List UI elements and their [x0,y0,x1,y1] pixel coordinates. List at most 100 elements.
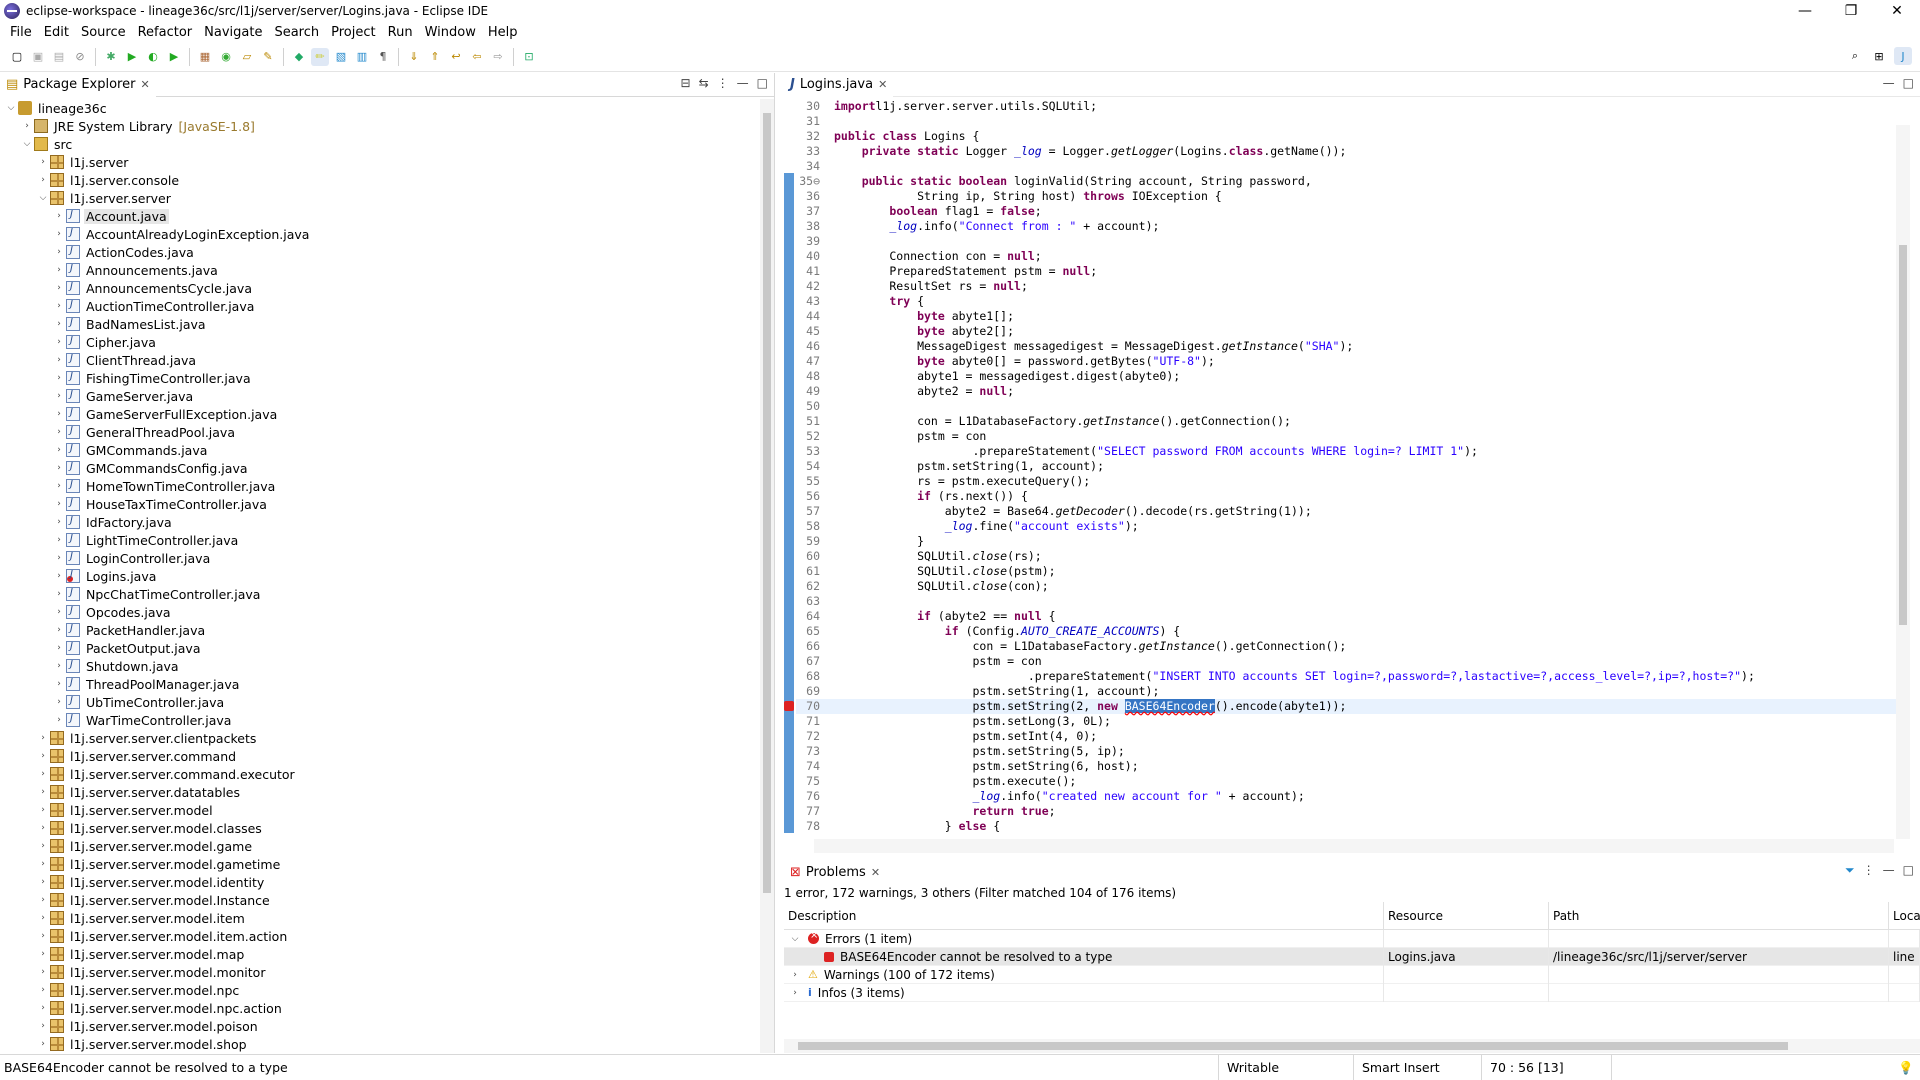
menu-search[interactable]: Search [268,25,325,40]
collapsed-twisty-icon[interactable]: › [52,535,66,545]
menu-edit[interactable]: Edit [38,25,75,40]
tree-item[interactable]: › AccountAlreadyLoginException.java [0,225,760,243]
filter-icon[interactable]: ⏷ [1845,863,1855,878]
code-line[interactable]: 38 _log.info("Connect from : " + account… [796,219,1896,234]
close-button[interactable]: ✕ [1874,0,1920,22]
java-perspective-icon[interactable]: J [1894,47,1912,65]
last-edit-location-icon[interactable]: ↩ [447,48,465,66]
tree-item[interactable]: › l1j.server.server.model.map [0,945,760,963]
problems-tab[interactable]: ⊠ Problems ✕ [784,860,887,884]
collapsed-twisty-icon[interactable]: › [52,589,66,599]
code-line[interactable]: 68 .prepareStatement("INSERT INTO accoun… [796,669,1896,684]
code-line[interactable]: 50 [796,399,1896,414]
collapsed-twisty-icon[interactable]: › [52,607,66,617]
tree-item[interactable]: › l1j.server.server.model.game [0,837,760,855]
code-line[interactable]: 43 try { [796,294,1896,309]
tree-scrollbar[interactable] [760,99,774,1053]
menu-project[interactable]: Project [325,25,381,40]
problem-row[interactable]: ⌵ Errors (1 item) [784,929,1920,948]
problem-row[interactable]: › ⚠ Warnings (100 of 172 items) [784,965,1920,984]
maximize-editor-icon[interactable]: □ [1903,76,1914,90]
link-with-editor-icon[interactable]: ⇆ [699,76,709,90]
code-line[interactable]: 30 importl1j.server.server.utils.SQLUtil; [796,99,1896,114]
minimize-view-icon[interactable]: — [1883,863,1895,878]
code-editor[interactable]: 30 importl1j.server.server.utils.SQLUtil;… [784,99,1910,839]
tree-item[interactable]: › l1j.server.server.model.shop [0,1035,760,1053]
code-line[interactable]: 42 ResultSet rs = null; [796,279,1896,294]
tree-item[interactable]: › NpcChatTimeController.java [0,585,760,603]
problem-row[interactable]: › i Infos (3 items) [784,983,1920,1002]
editor-tab-logins[interactable]: J Logins.java ✕ [784,72,894,97]
view-menu-icon[interactable]: ⋮ [1863,863,1875,878]
tree-item[interactable]: › l1j.server.server.clientpackets [0,729,760,747]
minimize-button[interactable]: — [1782,0,1828,22]
collapsed-twisty-icon[interactable]: › [36,841,50,851]
collapsed-twisty-icon[interactable]: › [36,805,50,815]
save-icon[interactable]: ▣ [29,48,47,66]
code-line[interactable]: 62 SQLUtil.close(con); [796,579,1896,594]
code-line[interactable]: 58 _log.fine("account exists"); [796,519,1896,534]
forward-icon[interactable]: ⇨ [489,48,507,66]
view-menu-icon[interactable]: ⋮ [717,76,729,90]
collapsed-twisty-icon[interactable]: › [36,1021,50,1031]
tree-item[interactable]: › l1j.server.server.model.npc [0,981,760,999]
menu-navigate[interactable]: Navigate [198,25,268,40]
collapsed-twisty-icon[interactable]: › [52,373,66,383]
search-tool-icon[interactable]: ✎ [259,48,277,66]
code-line[interactable]: 54 pstm.setString(1, account); [796,459,1896,474]
tree-item[interactable]: › l1j.server.server.model.Instance [0,891,760,909]
tree-item[interactable]: › AnnouncementsCycle.java [0,279,760,297]
collapsed-twisty-icon[interactable]: › [52,283,66,293]
code-line[interactable]: 69 pstm.setString(1, account); [796,684,1896,699]
toggle-mark-occurrences-icon[interactable]: ◆ [290,48,308,66]
tree-item[interactable]: › Opcodes.java [0,603,760,621]
tree-item[interactable]: › LightTimeController.java [0,531,760,549]
column-description[interactable]: Description [784,902,1384,929]
code-line[interactable]: 31 [796,114,1896,129]
collapsed-twisty-icon[interactable]: › [36,949,50,959]
collapsed-twisty-icon[interactable]: › [36,985,50,995]
collapsed-twisty-icon[interactable]: › [36,859,50,869]
search-icon[interactable]: ⌕ [1846,47,1864,65]
package-explorer-tab[interactable]: ▤ Package Explorer ✕ [0,72,156,97]
code-line[interactable]: 56 if (rs.next()) { [796,489,1896,504]
source-code[interactable]: 30 importl1j.server.server.utils.SQLUtil;… [784,99,1896,834]
menu-run[interactable]: Run [382,25,419,40]
code-line[interactable]: 59 } [796,534,1896,549]
collapsed-twisty-icon[interactable]: › [36,733,50,743]
tree-item[interactable]: › GameServerFullException.java [0,405,760,423]
code-line[interactable]: 48 abyte1 = messagedigest.digest(abyte0)… [796,369,1896,384]
code-line[interactable]: 73 pstm.setString(5, ip); [796,744,1896,759]
collapsed-twisty-icon[interactable]: › [36,157,50,167]
tree-item[interactable]: › GameServer.java [0,387,760,405]
collapsed-twisty-icon[interactable]: › [52,571,66,581]
collapsed-twisty-icon[interactable]: › [52,265,66,275]
tree-item[interactable]: › l1j.server.console [0,171,760,189]
tree-item[interactable]: › BadNamesList.java [0,315,760,333]
menu-source[interactable]: Source [75,25,132,40]
code-line[interactable]: 66 con = L1DatabaseFactory.getInstance()… [796,639,1896,654]
tree-item[interactable]: › l1j.server.server.model.poison [0,1017,760,1035]
collapsed-twisty-icon[interactable]: › [36,787,50,797]
code-line[interactable]: 70 pstm.setString(2, new BASE64Encoder()… [784,699,1896,714]
collapsed-twisty-icon[interactable]: › [52,517,66,527]
tree-item[interactable]: › AuctionTimeController.java [0,297,760,315]
tree-item[interactable]: › l1j.server.server.model.classes [0,819,760,837]
code-line[interactable]: 44 byte abyte1[]; [796,309,1896,324]
collapsed-twisty-icon[interactable]: › [52,679,66,689]
tree-item[interactable]: › l1j.server.server.model.item [0,909,760,927]
problems-horizontal-scrollbar[interactable] [784,1039,1920,1053]
tree-item[interactable]: › l1j.server.server.command.executor [0,765,760,783]
previous-annotation-icon[interactable]: ⇑ [426,48,444,66]
code-line[interactable]: 61 SQLUtil.close(pstm); [796,564,1896,579]
code-line[interactable]: 34 [796,159,1896,174]
run-icon[interactable]: ▶ [123,48,141,66]
collapsed-twisty-icon[interactable]: › [52,499,66,509]
tree-item[interactable]: › HouseTaxTimeController.java [0,495,760,513]
expanded-twisty-icon[interactable]: ⌵ [36,193,50,203]
expanded-twisty-icon[interactable]: ⌵ [788,934,802,944]
minimize-view-icon[interactable]: — [737,76,749,90]
close-tab-icon[interactable]: ✕ [878,78,887,91]
code-line[interactable]: 63 [796,594,1896,609]
collapsed-twisty-icon[interactable]: › [52,427,66,437]
